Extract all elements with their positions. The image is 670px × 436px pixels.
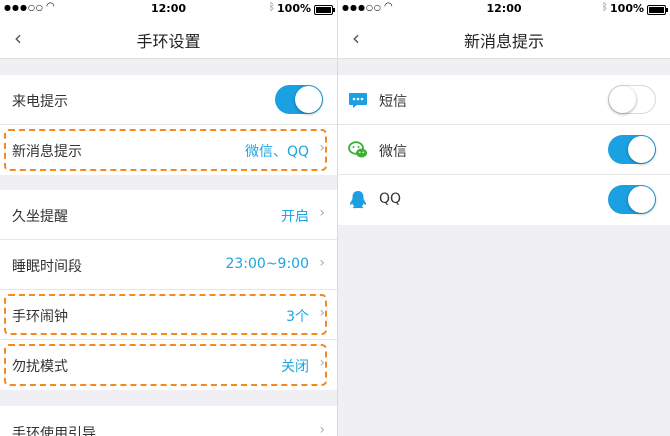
- qq-label: QQ: [379, 191, 402, 207]
- status-bar: ●●●○○ ◠ 12:00 ᛒ 100%: [0, 0, 337, 18]
- sms-label: 短信: [379, 94, 407, 110]
- sedentary-value: 开启: [281, 209, 309, 225]
- toggle-knob: [609, 86, 636, 113]
- new-message-screen: ●●●○○ ◠ 12:00 ᛒ 100% ‹ 新消息提示 短信 微信 QQ: [338, 0, 670, 436]
- qq-row: QQ: [338, 175, 670, 225]
- page-title: 手环设置: [136, 32, 201, 51]
- chevron-right-icon: ›: [319, 140, 325, 156]
- dnd-row[interactable]: 勿扰模式 关闭 ›: [0, 340, 337, 390]
- wechat-label: 微信: [379, 144, 407, 160]
- dnd-label: 勿扰模式: [12, 359, 68, 375]
- sleep-label: 睡眠时间段: [12, 259, 82, 275]
- battery-percent: 100%: [610, 2, 644, 15]
- qq-icon: [349, 191, 367, 209]
- new-message-value: 微信、QQ: [244, 144, 309, 160]
- alarm-label: 手环闹钟: [12, 309, 68, 325]
- chevron-right-icon: ›: [319, 355, 325, 371]
- guide-row[interactable]: 手环使用引导 ›: [0, 406, 337, 436]
- toggle-knob: [628, 186, 655, 213]
- sms-toggle[interactable]: [608, 85, 656, 114]
- alarm-value: 3个: [286, 309, 309, 325]
- new-message-row[interactable]: 新消息提示 微信、QQ ›: [0, 125, 337, 175]
- bluetooth-icon: ᛒ: [602, 2, 608, 13]
- incoming-call-row: 来电提示: [0, 75, 337, 125]
- wechat-toggle[interactable]: [608, 135, 656, 164]
- new-message-label: 新消息提示: [12, 144, 82, 160]
- qq-toggle[interactable]: [608, 185, 656, 214]
- bluetooth-icon: ᛒ: [269, 2, 275, 13]
- sedentary-row[interactable]: 久坐提醒 开启 ›: [0, 190, 337, 240]
- settings-group-3: 手环使用引导 ›: [0, 406, 337, 436]
- chevron-right-icon: ›: [319, 255, 325, 271]
- toggle-knob: [295, 86, 322, 113]
- settings-group-2: 久坐提醒 开启 › 睡眠时间段 23:00~9:00 › 手环闹钟 3个 › 勿…: [0, 190, 337, 390]
- band-settings-screen: ●●●○○ ◠ 12:00 ᛒ 100% ‹ 手环设置 来电提示 新消息提示 微…: [0, 0, 337, 436]
- wechat-icon: [348, 141, 367, 158]
- nav-bar: ‹ 手环设置: [0, 18, 337, 59]
- guide-label: 手环使用引导: [12, 426, 96, 436]
- sleep-row[interactable]: 睡眠时间段 23:00~9:00 ›: [0, 240, 337, 290]
- incoming-call-toggle[interactable]: [275, 85, 323, 114]
- battery-percent: 100%: [277, 2, 311, 15]
- sedentary-label: 久坐提醒: [12, 209, 68, 225]
- battery-icon: [647, 5, 668, 15]
- page-title: 新消息提示: [463, 32, 544, 51]
- chevron-right-icon: ›: [319, 422, 325, 436]
- dnd-value: 关闭: [281, 359, 309, 375]
- incoming-call-label: 来电提示: [12, 94, 68, 110]
- chevron-right-icon: ›: [319, 305, 325, 321]
- message-app-list: 短信 微信 QQ: [338, 75, 670, 225]
- chevron-right-icon: ›: [319, 205, 325, 221]
- nav-bar: ‹ 新消息提示: [338, 18, 670, 59]
- settings-group-1: 来电提示 新消息提示 微信、QQ ›: [0, 75, 337, 175]
- sms-row: 短信: [338, 75, 670, 125]
- sleep-value: 23:00~9:00: [225, 256, 309, 272]
- sms-icon: [349, 93, 367, 108]
- status-bar: ●●●○○ ◠ 12:00 ᛒ 100%: [338, 0, 670, 18]
- toggle-knob: [628, 136, 655, 163]
- alarm-row[interactable]: 手环闹钟 3个 ›: [0, 290, 337, 340]
- wechat-row: 微信: [338, 125, 670, 175]
- battery-icon: [314, 5, 335, 15]
